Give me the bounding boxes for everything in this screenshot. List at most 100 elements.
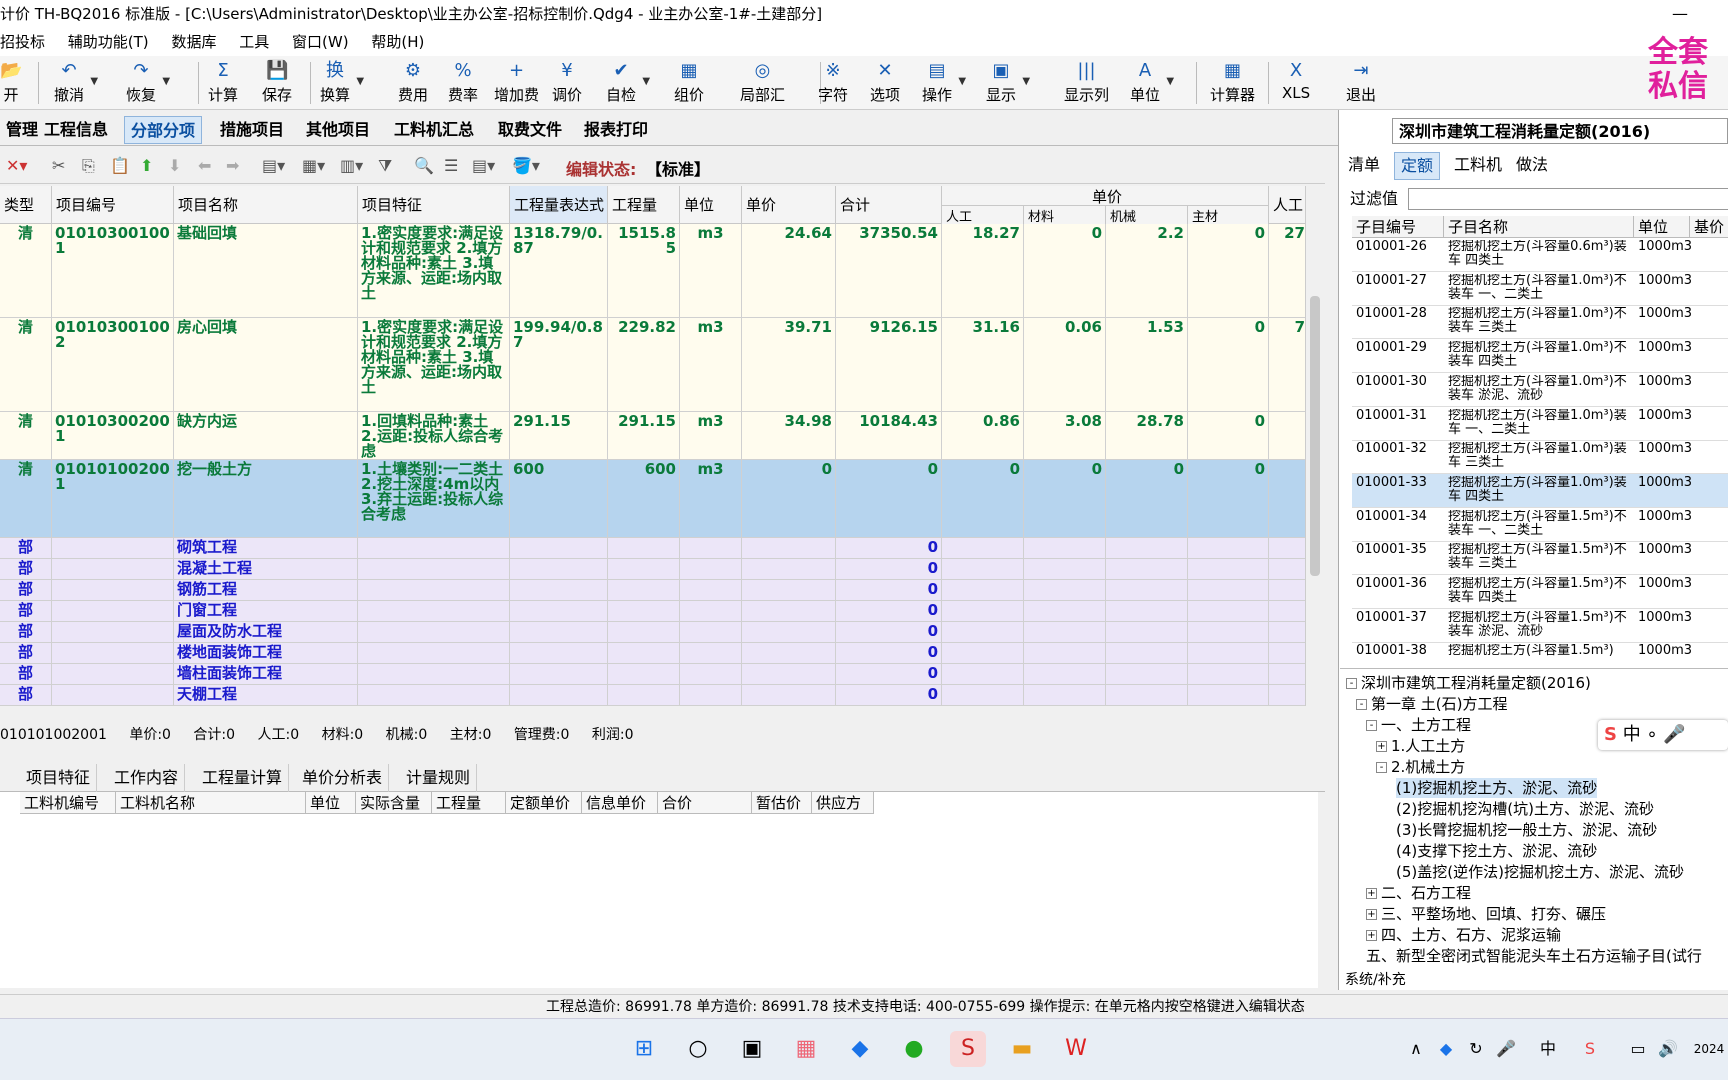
list-icon[interactable]: ☰ [444,156,458,175]
col-res-unit[interactable]: 单位 [306,792,356,814]
chevron-down-icon[interactable]: ▼ [958,76,966,87]
chevron-down-icon[interactable]: ▼ [642,76,650,87]
collapse-icon[interactable]: - [1366,720,1377,731]
col-sub-unit[interactable]: 单位 [1634,216,1690,238]
tree-node[interactable]: (5)盖挖(逆作法)挖掘机挖土方、淤泥、流砂 [1396,862,1684,882]
cell-name[interactable]: 砌筑工程 [174,538,358,558]
cell-feature[interactable]: 1.回填料品种:素土 2.运距:投标人综合考虑 [358,412,510,459]
cell-empty[interactable] [510,580,608,600]
cell-empty[interactable] [358,580,510,600]
cell-expr[interactable]: 600 [510,460,608,537]
col-res-amount[interactable]: 合价 [658,792,752,814]
menu-item-help[interactable]: 帮助(H) [371,28,424,56]
cell-qty[interactable]: 291.15 [608,412,680,459]
cell-empty[interactable] [1024,559,1106,579]
cell-qty[interactable]: 1515.85 [608,224,680,317]
col-main-material[interactable]: 主材 [1188,206,1269,225]
tree-node[interactable]: - 深圳市建筑工程消耗量定额(2016) [1346,673,1591,693]
cell-empty[interactable] [358,664,510,684]
tree-node[interactable]: 五、新型全密闭式智能泥头车土石方运输子目(试行 [1366,946,1702,966]
cell-empty[interactable] [1188,601,1269,621]
quota-row[interactable]: 010001-26 挖掘机挖土方(斗容量0.6m³)装车 四类土 1000m3 [1352,238,1728,272]
cell-empty[interactable] [1024,622,1106,642]
quota-row[interactable]: 010001-30 挖掘机挖土方(斗容量1.0m³)不装车 淤泥、流砂 1000m3 [1352,373,1728,407]
folder-icon[interactable]: ▬ [1004,1031,1040,1067]
cell-empty[interactable] [1269,685,1309,705]
minimize-button[interactable]: — [1660,0,1700,28]
tray-sogou-icon[interactable]: S [1572,1031,1608,1067]
col-type[interactable]: 类型 [0,186,52,224]
col-code[interactable]: 项目编号 [52,186,174,224]
cell-empty[interactable] [680,601,742,621]
cell-price[interactable]: 39.71 [742,318,836,411]
col-name[interactable]: 项目名称 [174,186,358,224]
tree-node[interactable]: - 一、土方工程 [1366,715,1471,735]
cell-name[interactable]: 墙柱面装饰工程 [174,664,358,684]
cell-main[interactable]: 0 [1188,460,1269,537]
cell-empty[interactable] [52,643,174,663]
cell-unit[interactable]: m3 [680,412,742,459]
cell-empty[interactable] [510,538,608,558]
cell-empty[interactable] [1269,643,1309,663]
cell-empty[interactable] [680,580,742,600]
cell-qty[interactable]: 229.82 [608,318,680,411]
cell-empty[interactable] [742,643,836,663]
wechat-icon[interactable]: ● [896,1031,932,1067]
cell-empty[interactable] [52,559,174,579]
cell-empty[interactable] [742,622,836,642]
cell-empty[interactable] [1106,685,1188,705]
cell-type[interactable]: 部 [0,664,52,684]
cell-empty[interactable] [1269,664,1309,684]
cell-empty[interactable] [742,601,836,621]
cell-empty[interactable] [742,538,836,558]
cell-total[interactable]: 0 [836,685,942,705]
col-sub-name[interactable]: 子目名称 [1444,216,1634,238]
left-icon[interactable]: ⬅ [198,156,211,175]
cell-type[interactable]: 清 [0,224,52,317]
cell-labor[interactable]: 0 [942,460,1024,537]
col-labor[interactable]: 人工 [942,206,1024,225]
toolbar-5-button[interactable]: 换换算 ▼ [320,58,364,108]
cell-empty[interactable] [742,664,836,684]
cell-empty[interactable] [742,685,836,705]
tree-icon[interactable]: ▤▾ [472,156,495,175]
tree-node[interactable]: + 三、平整场地、回填、打夯、碾压 [1366,904,1606,924]
cell-machine[interactable]: 28.78 [1106,412,1188,459]
cell-code[interactable]: 010103002001 [52,412,174,459]
tray-volume-icon[interactable]: 🔊 [1650,1031,1686,1067]
cell-total[interactable]: 0 [836,664,942,684]
toolbar-1-button[interactable]: ↶ 撤消 ▼ [54,58,98,108]
cell-empty[interactable] [1024,601,1106,621]
cell-empty[interactable] [1188,580,1269,600]
quota-row[interactable]: 010001-38 挖掘机挖土方(斗容量1.5m³) 1000m3 [1352,642,1728,666]
tab-bill[interactable]: 清单 [1342,152,1386,178]
cell-feature[interactable]: 1.密实度要求:满足设计和规范要求 2.填方材料品种:素土 3.填方来源、运距:… [358,224,510,317]
cell-empty[interactable] [942,685,1024,705]
cell-name[interactable]: 门窗工程 [174,601,358,621]
move-up-icon[interactable]: ⬆ [140,156,153,175]
cell-empty[interactable] [608,580,680,600]
section-row[interactable]: 部 墙柱面装饰工程 0 [0,664,1309,685]
cell-unit[interactable]: m3 [680,460,742,537]
cell-machine[interactable]: 2.2 [1106,224,1188,317]
chevron-down-icon[interactable]: ▼ [162,76,170,87]
cell-empty[interactable] [608,601,680,621]
tab-quota[interactable]: 定额 [1394,152,1441,180]
cell-name[interactable]: 楼地面装饰工程 [174,643,358,663]
toolbar-11-button[interactable]: ▦ 组价 [674,58,704,108]
cell-empty[interactable] [942,664,1024,684]
cell-total[interactable]: 0 [836,559,942,579]
tab-measure-rules[interactable]: 计量规则 [400,764,478,792]
quota-row[interactable]: 010001-28 挖掘机挖土方(斗容量1.0m³)不装车 三类土 1000m3 [1352,305,1728,340]
cell-empty[interactable] [608,643,680,663]
filter-icon[interactable]: ⧩ [378,156,392,176]
cell-empty[interactable] [1188,622,1269,642]
collapse-icon[interactable]: - [1346,678,1357,689]
cell-empty[interactable] [52,601,174,621]
col-res-qty[interactable]: 工程量 [432,792,506,814]
col-res-name[interactable]: 工料机名称 [116,792,306,814]
expand-icon[interactable]: + [1366,909,1377,920]
tree-node[interactable]: + 二、石方工程 [1366,883,1471,903]
cell-lab2[interactable]: 27 [1269,224,1309,317]
cell-empty[interactable] [942,580,1024,600]
